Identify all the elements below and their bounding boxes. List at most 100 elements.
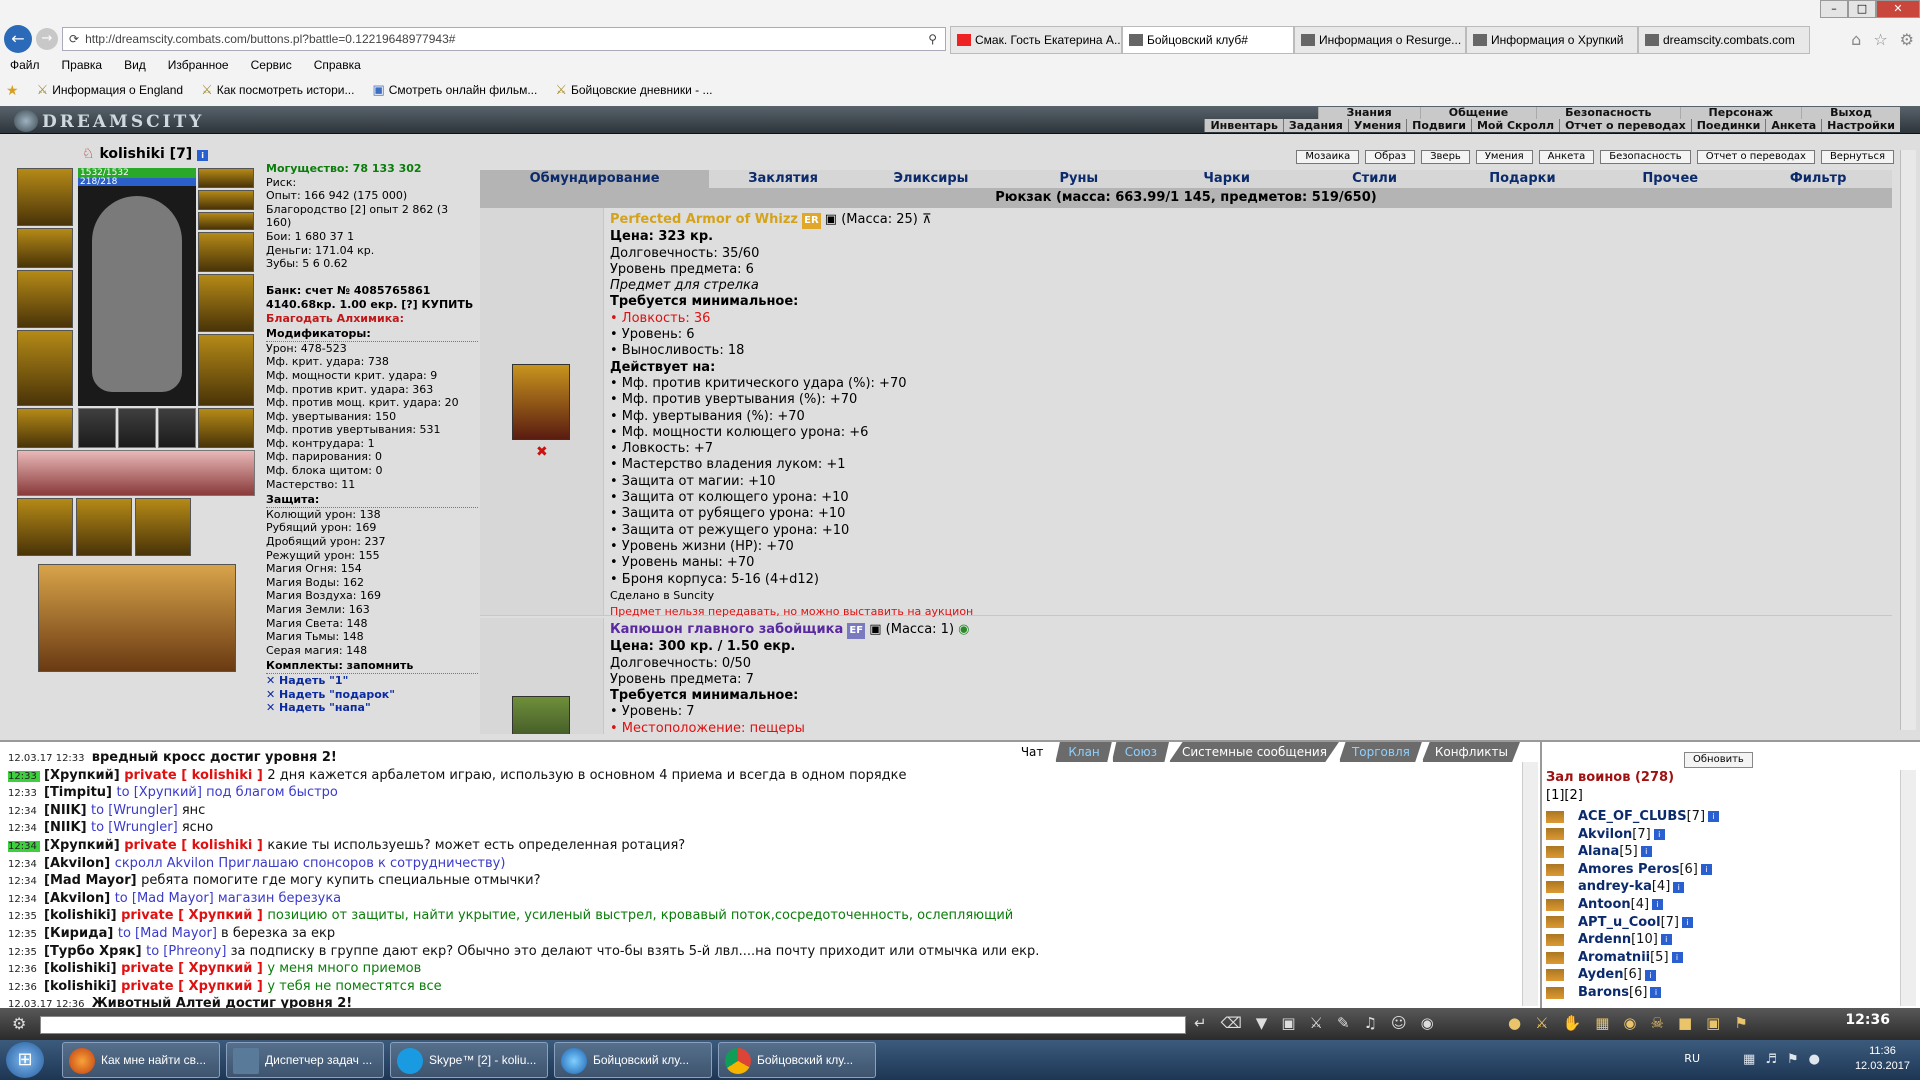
skull-icon[interactable]: ☠	[1651, 1014, 1678, 1032]
tab-spells[interactable]: Заклятия	[709, 170, 857, 188]
tab-equipment[interactable]: Обмундирование	[480, 170, 710, 188]
gear-icon[interactable]: ⚙	[1900, 30, 1914, 49]
browser-tab[interactable]: Информация о Resurge...	[1294, 26, 1466, 54]
pet-slot[interactable]	[17, 498, 73, 556]
player-name[interactable]: Aromatnii	[1578, 949, 1650, 967]
private-message-icon[interactable]	[1546, 828, 1564, 841]
info-icon[interactable]: i	[1652, 899, 1664, 911]
pagination[interactable]: [1][2]	[1546, 788, 1583, 803]
send-icon[interactable]: ↵	[1194, 1014, 1221, 1032]
filter-icon[interactable]: ▼	[1256, 1014, 1282, 1032]
menu-view[interactable]: Вид	[124, 58, 146, 76]
private-message-icon[interactable]	[1546, 898, 1564, 911]
chat-input[interactable]	[40, 1016, 1186, 1034]
helmet-slot[interactable]	[17, 168, 73, 226]
player-name[interactable]: andrey-ka	[1578, 878, 1652, 896]
player-name[interactable]: Antoon	[1578, 896, 1631, 914]
chat-recipient[interactable]: to [Mad Mayor]	[115, 891, 218, 906]
info-icon[interactable]: i	[1644, 969, 1656, 981]
chat-private-target[interactable]: private [ kolishiki ]	[124, 768, 267, 783]
rune-slot[interactable]	[158, 408, 196, 448]
flag-tray-icon[interactable]: ⚑	[1787, 1052, 1809, 1067]
tab-charms[interactable]: Чарки	[1153, 170, 1301, 188]
language-indicator[interactable]: RU	[1684, 1052, 1700, 1065]
taskbar-item[interactable]: Бойцовский клу...	[718, 1042, 876, 1078]
document-icon[interactable]: ▣	[825, 212, 837, 227]
chat-recipient[interactable]: to [Хрупкий]	[117, 785, 207, 800]
home-icon[interactable]: ⌂	[1851, 30, 1861, 49]
browser-tab-active[interactable]: Бойцовский клуб#	[1122, 26, 1294, 54]
refresh-icon[interactable]: ⟳	[69, 32, 79, 46]
armor-item-image[interactable]	[512, 364, 570, 440]
nav-quests[interactable]: Задания	[1282, 119, 1348, 132]
info-icon[interactable]: i	[1640, 846, 1652, 858]
player-name[interactable]: Amores Peros	[1578, 861, 1679, 879]
menu-edit[interactable]: Правка	[62, 58, 103, 76]
pants-slot[interactable]	[198, 334, 254, 406]
star-icon[interactable]: ☆	[1873, 30, 1887, 49]
shield-slot[interactable]	[198, 274, 254, 332]
ring-slot[interactable]	[198, 212, 254, 230]
taskbar-item[interactable]: Как мне найти св...	[62, 1042, 220, 1078]
earring-slot[interactable]	[198, 168, 254, 188]
taskbar-item[interactable]: Skype™ [2] - koliu...	[390, 1042, 548, 1078]
belt-slot[interactable]	[17, 408, 73, 448]
chat-author[interactable]: [NIIK]	[44, 820, 91, 835]
stat-row[interactable]: ✕ Надеть "напа"	[266, 701, 478, 715]
network-icon[interactable]: ▦	[1743, 1052, 1765, 1067]
chat-private-target[interactable]: private [ Хрупкий ]	[121, 979, 267, 994]
menu-help[interactable]: Справка	[314, 58, 361, 76]
pet-slot[interactable]	[135, 498, 191, 556]
private-message-icon[interactable]	[1546, 951, 1564, 964]
smiley-icon[interactable]: ☺	[1391, 1014, 1421, 1032]
clan-icon[interactable]: ◉	[1421, 1014, 1448, 1032]
player-name[interactable]: Ardenn	[1578, 931, 1631, 949]
chat-recipient[interactable]: to [Wrungler]	[91, 803, 182, 818]
chat-author[interactable]: [kolishiki]	[44, 908, 121, 923]
chat-author[interactable]: [Хрупкий]	[44, 768, 124, 783]
player-row[interactable]: Alana [5] i	[1546, 843, 1886, 861]
security-button[interactable]: Безопасность	[1600, 150, 1691, 164]
gloves-slot[interactable]	[198, 232, 254, 272]
favorite-link[interactable]: ⚔ Как посмотреть истори...	[201, 82, 354, 98]
weapon-slot[interactable]	[17, 270, 73, 328]
inventory-scrollbar[interactable]	[1900, 150, 1916, 730]
nav-skills[interactable]: Умения	[1347, 119, 1406, 132]
amulet-slot[interactable]	[198, 190, 254, 210]
chat-author[interactable]: [Кирида]	[44, 926, 118, 941]
favorite-link[interactable]: ⚔ Бойцовские дневники - ...	[555, 82, 712, 98]
player-row[interactable]: Ardenn [10] i	[1546, 931, 1886, 949]
chat-author[interactable]: [Akvilon]	[44, 891, 115, 906]
item-name[interactable]: Perfected Armor of Whizz	[610, 212, 798, 227]
chat-author[interactable]: [Mad Mayor]	[44, 873, 141, 888]
private-message-icon[interactable]	[1546, 810, 1564, 823]
info-icon[interactable]: i	[1660, 934, 1672, 946]
chat-author[interactable]: [kolishiki]	[44, 979, 121, 994]
info-icon[interactable]: i	[1671, 952, 1683, 964]
nav-communication[interactable]: Общение	[1419, 107, 1537, 119]
transfer-report-button[interactable]: Отчет о переводах	[1696, 150, 1815, 164]
nav-my-scroll[interactable]: Мой Скролл	[1470, 119, 1559, 132]
online-scrollbar[interactable]	[1900, 770, 1916, 1006]
sword-icon[interactable]: ⚔	[1535, 1014, 1562, 1032]
profile-button[interactable]: Анкета	[1538, 150, 1595, 164]
pet-button[interactable]: Зверь	[1421, 150, 1470, 164]
tab-gifts[interactable]: Подарки	[1448, 170, 1596, 188]
tab-elixirs[interactable]: Эликсиры	[857, 170, 1005, 188]
info-icon[interactable]: i	[1673, 881, 1685, 893]
chat-author[interactable]: [NIIK]	[44, 803, 91, 818]
close-button[interactable]: ✕	[1876, 0, 1920, 18]
nav-achievements[interactable]: Подвиги	[1406, 119, 1471, 132]
nav-exit[interactable]: Выход	[1801, 107, 1900, 119]
delete-icon[interactable]: ✖	[536, 444, 548, 460]
minimize-button[interactable]: –	[1820, 0, 1848, 18]
nav-character[interactable]: Персонаж	[1679, 107, 1802, 119]
scroll-icon[interactable]: ▦	[1595, 1014, 1623, 1032]
info-icon[interactable]: i	[1700, 864, 1712, 876]
taskbar-item[interactable]: Бойцовский клу...	[554, 1042, 712, 1078]
private-message-icon[interactable]	[1546, 881, 1564, 894]
settings-icon[interactable]: ⚙	[12, 1014, 26, 1033]
potion-slot[interactable]	[17, 450, 255, 496]
chat-author[interactable]: [Akvilon]	[44, 856, 115, 871]
hand-icon[interactable]: ✋	[1563, 1014, 1596, 1032]
